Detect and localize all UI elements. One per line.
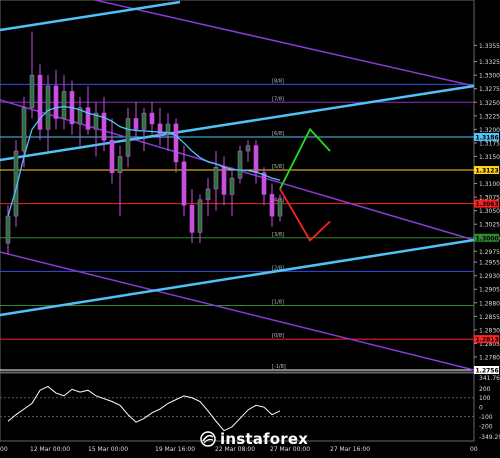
price-tick-label: 1.3250 xyxy=(479,100,500,107)
x-tick-label: 12 Mar 00:00 xyxy=(30,446,70,453)
price-tick-label: 1.3300 xyxy=(479,73,500,80)
price-tick-label: 1.3025 xyxy=(479,222,500,229)
x-tick-label: 00 xyxy=(470,446,478,453)
candle-body xyxy=(221,167,227,195)
oscillator-tick-label: -349.291 xyxy=(479,434,500,441)
watermark-text: instaforex xyxy=(220,430,309,448)
murrey-label: [5/8] xyxy=(272,164,284,170)
price-panel-frame xyxy=(0,0,475,373)
murrey-label: [7/8] xyxy=(272,96,284,102)
price-tick-label: 1.2930 xyxy=(479,273,500,280)
candle-body xyxy=(149,112,155,125)
price-tick-label: 1.3225 xyxy=(479,113,500,120)
candle-body xyxy=(29,74,35,108)
price-level-label: 1.2813 xyxy=(476,337,499,344)
price-level-label: 1.3000 xyxy=(476,235,499,242)
candle-body xyxy=(157,123,163,136)
x-tick-label: 27 Mar 16:00 xyxy=(330,446,370,453)
price-tick-label: 1.3355 xyxy=(479,43,500,50)
murrey-label: [1/8] xyxy=(272,300,284,306)
candle-body xyxy=(133,118,139,130)
price-tick-label: 1.3150 xyxy=(479,154,500,161)
murrey-label: [3/8] xyxy=(272,232,284,238)
price-tick-label: 1.3175 xyxy=(479,140,500,147)
price-tick-label: 1.2955 xyxy=(479,260,500,267)
oscillator-tick-label: -200 xyxy=(479,423,493,430)
price-level-label: 1.3186 xyxy=(476,134,499,141)
chart-window: 1.3355 1.3325 1.3300 1.3275 1.3250 1.3225 1.32… xyxy=(0,0,500,454)
price-level-label: 1.3123 xyxy=(476,168,499,175)
price-tick-label: 1.2880 xyxy=(479,300,500,307)
instaforex-logo: instaforex xyxy=(200,430,308,448)
x-tick-label: 15 Mar 00:00 xyxy=(88,446,128,453)
price-tick-label: 1.2975 xyxy=(479,249,500,256)
murrey-label: [8/8] xyxy=(272,78,284,84)
candle-body xyxy=(213,167,219,190)
candle-body xyxy=(109,139,115,174)
oscillator-tick-label: 200 xyxy=(479,386,491,393)
candle-body xyxy=(253,145,259,174)
oscillator-tick-label: 100 xyxy=(479,395,491,402)
candle-body xyxy=(125,118,131,157)
candle-body xyxy=(245,145,251,152)
price-tick-label: 1.3050 xyxy=(479,208,500,215)
price-level-label: 1.3063 xyxy=(476,201,499,208)
candle-body xyxy=(21,107,27,152)
candle-body xyxy=(45,85,51,130)
price-tick-label: 1.2855 xyxy=(479,314,500,321)
candle-body xyxy=(85,107,91,130)
candle-body xyxy=(181,161,187,206)
price-chart: 1.3355 1.3325 1.3300 1.3275 1.3250 1.3225 1.32… xyxy=(0,0,500,453)
candle-body xyxy=(5,215,11,244)
x-tick-label: 00 xyxy=(0,446,8,453)
murrey-label: [0/8] xyxy=(272,333,284,339)
candle-body xyxy=(277,199,283,217)
candle-body xyxy=(205,188,211,201)
oscillator-tick-label: 341.768 xyxy=(479,375,500,382)
candle-body xyxy=(173,123,179,163)
price-tick-label: 1.3275 xyxy=(479,86,500,93)
candle-body xyxy=(237,150,243,179)
candle-body xyxy=(197,199,203,233)
candle-body xyxy=(117,156,123,174)
price-tick-label: 1.2830 xyxy=(479,327,500,334)
candle-body xyxy=(189,204,195,233)
price-tick-label: 1.3325 xyxy=(479,59,500,66)
price-tick-label: 1.3100 xyxy=(479,181,500,188)
candle-body xyxy=(141,112,147,130)
x-tick-label: 19 Mar 16:00 xyxy=(155,446,195,453)
murrey-label: [6/8] xyxy=(272,131,284,137)
candle-body xyxy=(61,91,67,119)
candle-body xyxy=(53,85,59,119)
candle-body xyxy=(229,177,235,195)
price-tick-label: 1.3200 xyxy=(479,127,500,134)
candle-body xyxy=(269,194,275,217)
price-tick-label: 1.2905 xyxy=(479,287,500,294)
murrey-label: [-1/8] xyxy=(272,364,286,370)
oscillator-tick-label: -100 xyxy=(479,414,493,421)
oscillator-tick-label: 0 xyxy=(479,405,483,412)
instaforex-logo-icon xyxy=(200,431,216,447)
price-level-label: 1.2756 xyxy=(476,368,499,375)
price-tick-label: 1.2780 xyxy=(479,354,500,361)
